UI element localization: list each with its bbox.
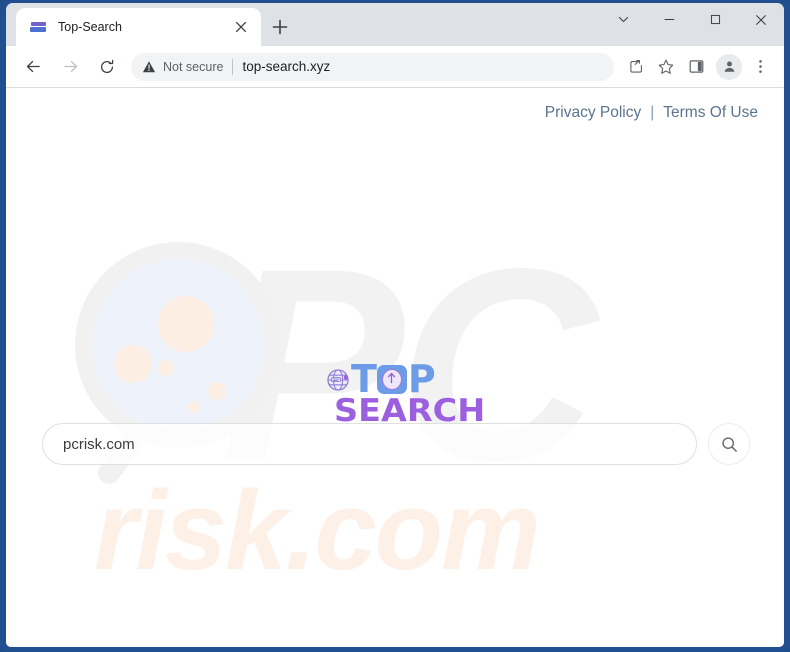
globe-icon [326, 368, 350, 392]
browser-window-inner: Top-Search Not secure top-search.xyz PC … [6, 3, 784, 647]
share-icon[interactable] [622, 53, 650, 81]
browser-toolbar: Not secure top-search.xyz [6, 46, 784, 88]
page-viewport: PC risk.com Privacy Policy | Terms Of Us… [6, 88, 784, 647]
terms-of-use-link[interactable]: Terms Of Use [663, 104, 758, 122]
address-bar[interactable]: Not secure top-search.xyz [131, 52, 614, 81]
tab-title: Top-Search [58, 20, 122, 34]
star-icon[interactable] [652, 53, 680, 81]
tab-strip: Top-Search [6, 3, 784, 46]
security-label: Not secure [163, 59, 224, 74]
privacy-policy-link[interactable]: Privacy Policy [545, 104, 641, 122]
minimize-icon[interactable] [646, 3, 692, 36]
search-magnifier-icon [720, 435, 739, 454]
link-separator: | [650, 104, 655, 121]
security-indicator[interactable]: Not secure [142, 60, 223, 74]
tab-search-chevron-down-icon[interactable] [600, 3, 646, 36]
back-arrow-icon[interactable] [18, 52, 48, 82]
search-input[interactable] [42, 423, 697, 465]
pcrisk-risk-watermark: risk.com [94, 468, 541, 593]
browser-tab-top-search[interactable]: Top-Search [16, 8, 261, 46]
profile-avatar-icon[interactable] [716, 53, 742, 80]
up-arrow-circle-icon [381, 368, 402, 390]
side-panel-icon[interactable] [682, 53, 710, 81]
browser-window: Top-Search Not secure top-search.xyz PC … [0, 0, 790, 652]
three-dot-menu-icon[interactable] [746, 53, 774, 81]
window-controls [600, 3, 784, 46]
forward-arrow-icon[interactable] [55, 52, 85, 82]
close-window-icon[interactable] [738, 3, 784, 36]
logo-letter-o-box [376, 364, 407, 394]
warning-triangle-icon [142, 60, 156, 74]
new-tab-button[interactable] [268, 15, 292, 39]
search-row [42, 422, 750, 466]
search-button[interactable] [708, 423, 750, 465]
maximize-icon[interactable] [692, 3, 738, 36]
page-top-links: Privacy Policy | Terms Of Use [545, 104, 758, 122]
close-icon[interactable] [233, 19, 249, 35]
omnibox-separator [232, 58, 234, 75]
url-text: top-search.xyz [242, 59, 331, 74]
top-search-favicon-icon [30, 19, 47, 36]
reload-icon[interactable] [92, 52, 122, 82]
